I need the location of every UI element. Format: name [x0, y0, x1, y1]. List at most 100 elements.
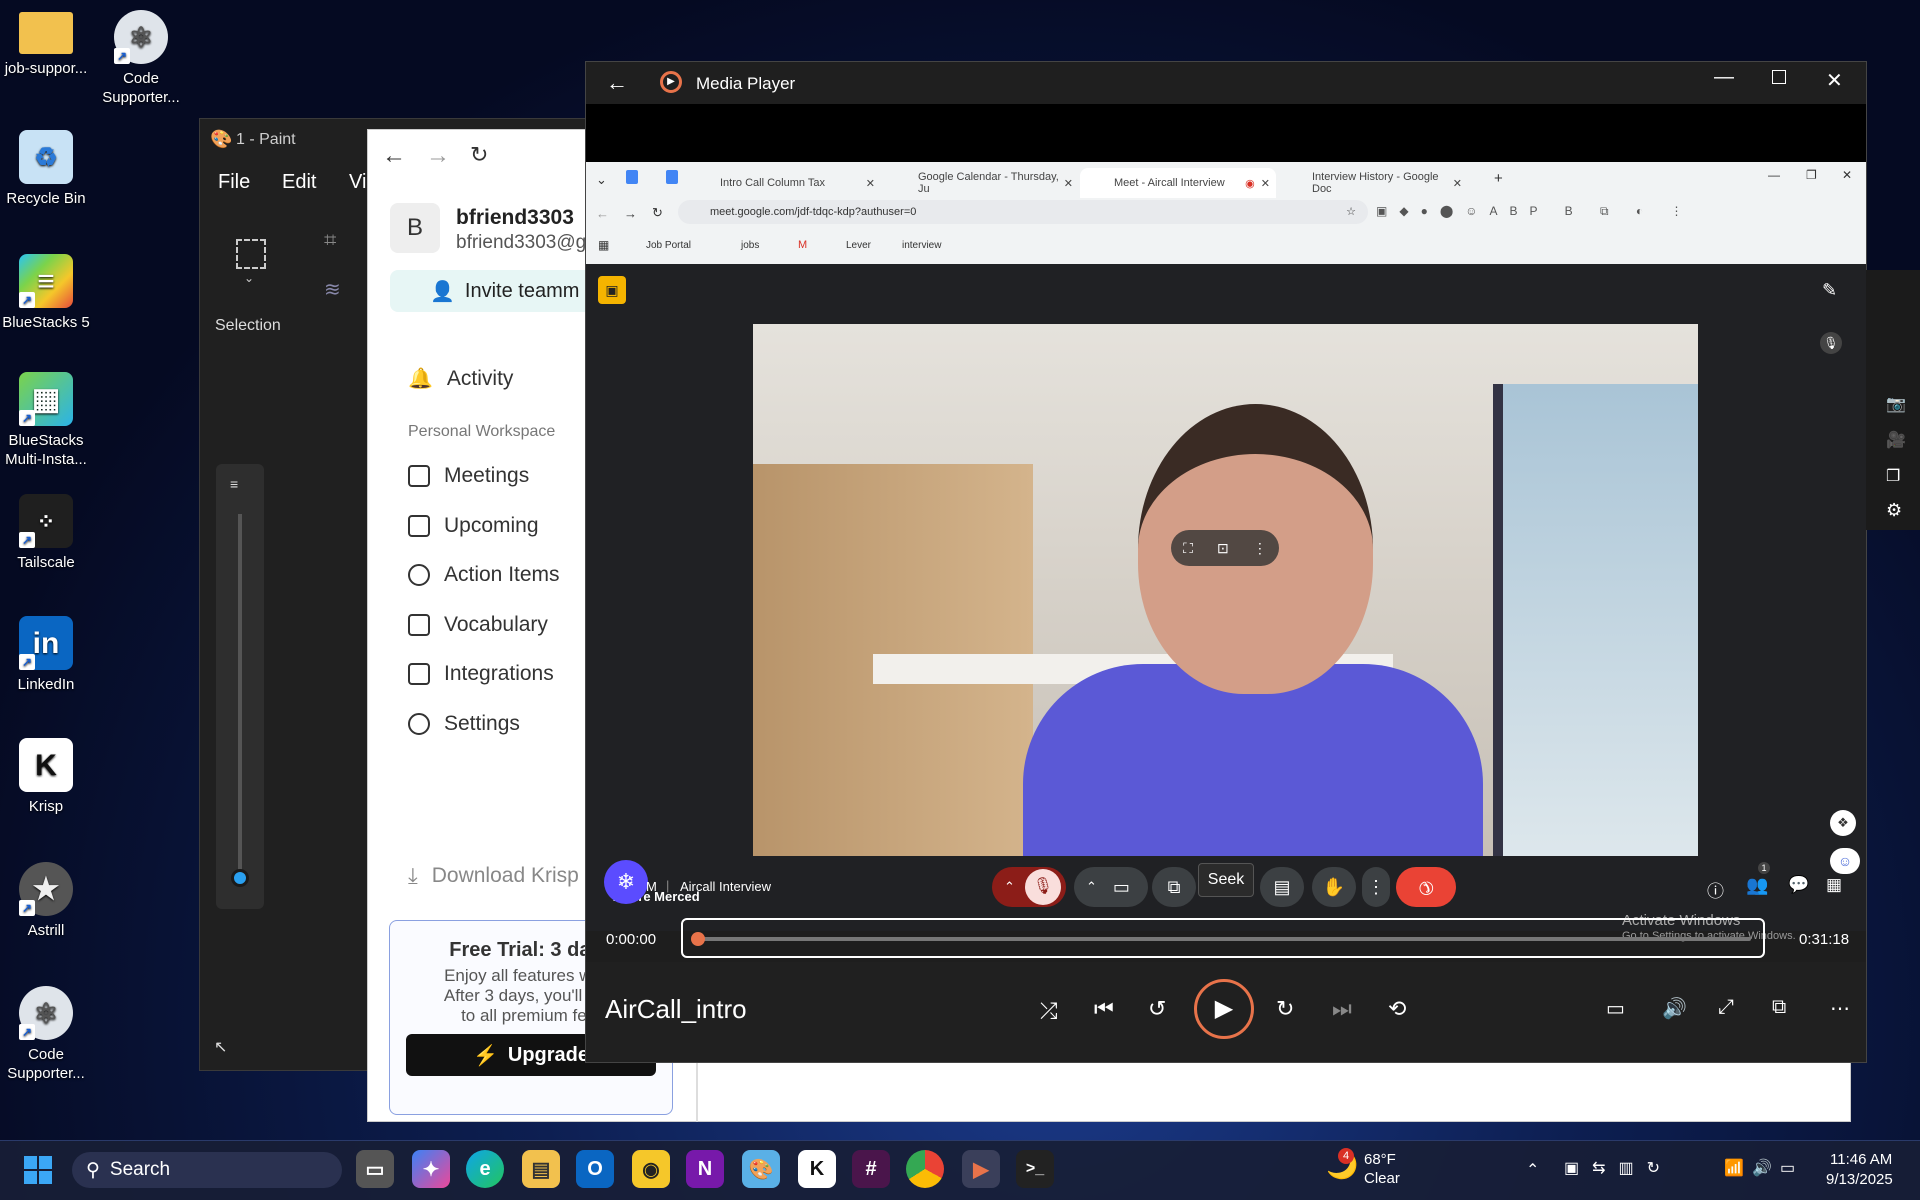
- zoom-slider[interactable]: ≡: [216, 464, 264, 909]
- download-krisp-link[interactable]: ⤓ Download Krisp: [408, 863, 579, 889]
- next-icon[interactable]: ⏭: [1332, 996, 1352, 1022]
- volume-tray-icon[interactable]: 🔊: [1752, 1158, 1772, 1178]
- forward-30-icon[interactable]: ↻: [1276, 996, 1294, 1022]
- chevron-down-icon[interactable]: ⌄: [244, 271, 254, 285]
- nav-integrations[interactable]: Integrations: [408, 662, 554, 686]
- gmail-icon[interactable]: M: [798, 239, 807, 251]
- tab-close-icon[interactable]: ✕: [1064, 177, 1073, 190]
- zoom-slider-thumb[interactable]: [231, 869, 249, 887]
- nav-upcoming[interactable]: Upcoming: [408, 514, 539, 538]
- meet-logo-icon[interactable]: ❄: [604, 860, 648, 904]
- video-icon[interactable]: 🎥: [1886, 430, 1906, 450]
- no-camera-icon[interactable]: ▣: [598, 276, 626, 304]
- maximize-icon[interactable]: [1772, 70, 1786, 84]
- start-button[interactable]: [24, 1156, 52, 1184]
- tab-intro-call[interactable]: Intro Call Column Tax ✕: [686, 168, 881, 198]
- repeat-icon[interactable]: ⟲: [1388, 996, 1406, 1022]
- raise-hand-button[interactable]: ✋: [1312, 867, 1356, 907]
- file-explorer-icon[interactable]: ▤: [522, 1150, 560, 1188]
- activities-icon[interactable]: ▦: [1826, 875, 1842, 895]
- browser-close-icon[interactable]: ✕: [1842, 168, 1852, 182]
- wifi-icon[interactable]: 📶: [1724, 1158, 1744, 1178]
- seek-bar[interactable]: [681, 918, 1765, 958]
- menu-file[interactable]: File: [218, 171, 250, 194]
- desktop-icon-tailscale[interactable]: ⁘ ↗ Tailscale: [0, 494, 92, 572]
- forward-icon[interactable]: →: [624, 206, 637, 221]
- menu-view[interactable]: Vi: [349, 171, 366, 194]
- chrome-icon[interactable]: [906, 1150, 944, 1188]
- new-tab-icon[interactable]: +: [1494, 170, 1503, 187]
- paint-taskbar-icon[interactable]: 🎨: [742, 1150, 780, 1188]
- people-icon[interactable]: 👥: [1746, 875, 1768, 896]
- fullscreen-icon[interactable]: ⤢: [1718, 996, 1734, 1019]
- chat-icon[interactable]: 💬: [1788, 875, 1809, 895]
- bookmark-job-portal[interactable]: Job Portal: [646, 240, 691, 251]
- tab-search-icon[interactable]: ⌄: [596, 172, 607, 188]
- crop-icon[interactable]: ⌗: [324, 227, 336, 253]
- tab-close-icon[interactable]: ✕: [1261, 177, 1270, 190]
- desktop-icon-linkedin[interactable]: in ↗ LinkedIn: [0, 616, 92, 694]
- desktop-icon-code-supporter[interactable]: ⚛ ↗ Code Supporter...: [95, 10, 187, 107]
- camera-toggle-button[interactable]: ⌃ ▭: [1074, 867, 1148, 907]
- taskbar-search[interactable]: ⚲ Search: [72, 1152, 342, 1188]
- nav-vocabulary[interactable]: Vocabulary: [408, 613, 548, 637]
- leave-call-button[interactable]: ✆: [1396, 867, 1456, 907]
- terminal-icon[interactable]: >_: [1016, 1150, 1054, 1188]
- mini-player-icon[interactable]: ⧉: [1772, 996, 1786, 1019]
- nav-meetings[interactable]: Meetings: [408, 464, 529, 488]
- slack-icon[interactable]: #: [852, 1150, 890, 1188]
- video-overlay-menu[interactable]: ⛶ ⊡ ⋮: [1171, 530, 1279, 566]
- play-button[interactable]: ▶: [1194, 979, 1254, 1039]
- back-arrow-icon[interactable]: ←: [382, 142, 406, 170]
- battery-icon[interactable]: ▭: [1780, 1158, 1795, 1178]
- volume-icon[interactable]: 🔊: [1662, 996, 1687, 1021]
- mic-toggle-button[interactable]: ⌃ 🎙: [992, 867, 1066, 907]
- gear-icon[interactable]: ⚙: [1886, 500, 1902, 521]
- media-player-window[interactable]: ← ▶ Media Player — ✕ ⌄ Intro Call Column…: [585, 61, 1867, 1063]
- desktop-icon-astrill[interactable]: ★ ↗ Astrill: [0, 862, 92, 940]
- pen-icon[interactable]: ✎: [1822, 280, 1837, 301]
- nav-activity[interactable]: 🔔 Activity: [408, 366, 513, 391]
- address-bar[interactable]: meet.google.com/jdf-tdqc-kdp?authuser=0 …: [678, 200, 1368, 224]
- tab-meet[interactable]: Meet - Aircall Interview ◉ ✕: [1080, 168, 1276, 198]
- back-icon[interactable]: ←: [596, 206, 609, 221]
- more-options-button[interactable]: ⋮: [1362, 867, 1390, 907]
- window-icon[interactable]: ❐: [1886, 466, 1900, 486]
- docs-tab-icon[interactable]: [626, 170, 638, 184]
- edge-icon[interactable]: e: [466, 1150, 504, 1188]
- present-button[interactable]: ⧉: [1152, 867, 1196, 907]
- docs-tab-icon-2[interactable]: [666, 170, 678, 184]
- shuffle-icon[interactable]: ⤮: [1040, 998, 1058, 1024]
- selection-tool-icon[interactable]: [236, 239, 266, 269]
- forward-arrow-icon[interactable]: →: [426, 142, 450, 170]
- desktop-icon-job-support[interactable]: job-suppor...: [0, 12, 92, 78]
- star-icon[interactable]: ☆: [1346, 200, 1356, 224]
- close-icon[interactable]: ✕: [1826, 68, 1843, 93]
- tab-google-calendar[interactable]: Google Calendar - Thursday, Ju ✕: [884, 168, 1079, 198]
- media-player-taskbar-icon[interactable]: ▶: [962, 1150, 1000, 1188]
- clock-date[interactable]: 9/13/2025: [1826, 1171, 1893, 1188]
- previous-icon[interactable]: ⏮: [1094, 996, 1114, 1022]
- tab-close-icon[interactable]: ✕: [1453, 177, 1462, 190]
- refresh-icon[interactable]: ↻: [470, 142, 488, 168]
- more-vert-icon[interactable]: ⋮: [1253, 540, 1267, 557]
- assistant-icon[interactable]: ☺: [1830, 848, 1860, 874]
- more-horiz-icon[interactable]: ⋯: [1830, 996, 1850, 1021]
- bookmark-lever[interactable]: Lever: [846, 240, 871, 251]
- apps-icon[interactable]: ▦: [598, 238, 609, 252]
- menu-edit[interactable]: Edit: [282, 171, 316, 194]
- bookmark-jobs[interactable]: jobs: [741, 240, 759, 251]
- desktop-icon-bluestacks[interactable]: ≡ ↗ BlueStacks 5: [0, 254, 92, 332]
- nav-action-items[interactable]: Action Items: [408, 563, 560, 587]
- desktop-icon-recycle-bin[interactable]: ♻ Recycle Bin: [0, 130, 92, 208]
- desktop-icon-bluestacks-multi[interactable]: ▦ ↗ BlueStacks Multi-Insta...: [0, 372, 92, 469]
- minimize-icon[interactable]: —: [1714, 66, 1734, 89]
- krisp-taskbar-icon[interactable]: K: [798, 1150, 836, 1188]
- sticky-app-icon[interactable]: ◉: [632, 1150, 670, 1188]
- info-icon[interactable]: ⓘ: [1707, 877, 1724, 902]
- subtitles-icon[interactable]: ▭: [1606, 996, 1625, 1021]
- browser-restore-icon[interactable]: ❐: [1806, 168, 1817, 182]
- bookmark-interview[interactable]: interview: [902, 240, 941, 251]
- reload-icon[interactable]: ↻: [652, 205, 663, 221]
- copilot-icon[interactable]: ✦: [412, 1150, 450, 1188]
